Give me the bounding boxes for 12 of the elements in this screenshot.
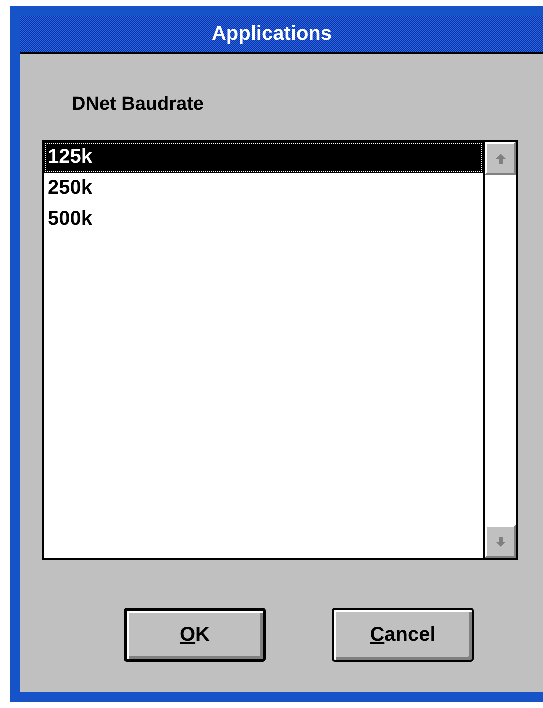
field-label: DNet Baudrate <box>72 94 204 116</box>
down-arrow-icon <box>494 534 508 548</box>
list-item[interactable]: 250k <box>44 173 483 204</box>
scroll-up-button[interactable] <box>485 142 516 175</box>
ok-button[interactable]: OK <box>124 608 266 662</box>
scroll-down-button[interactable] <box>485 525 516 558</box>
list-item[interactable]: 500k <box>44 204 483 235</box>
list-item[interactable]: 125k <box>44 142 483 173</box>
up-arrow-icon <box>494 152 508 166</box>
scrollbar[interactable] <box>483 142 516 558</box>
cancel-button[interactable]: Cancel <box>332 608 474 662</box>
window-title: Applications <box>212 22 332 46</box>
